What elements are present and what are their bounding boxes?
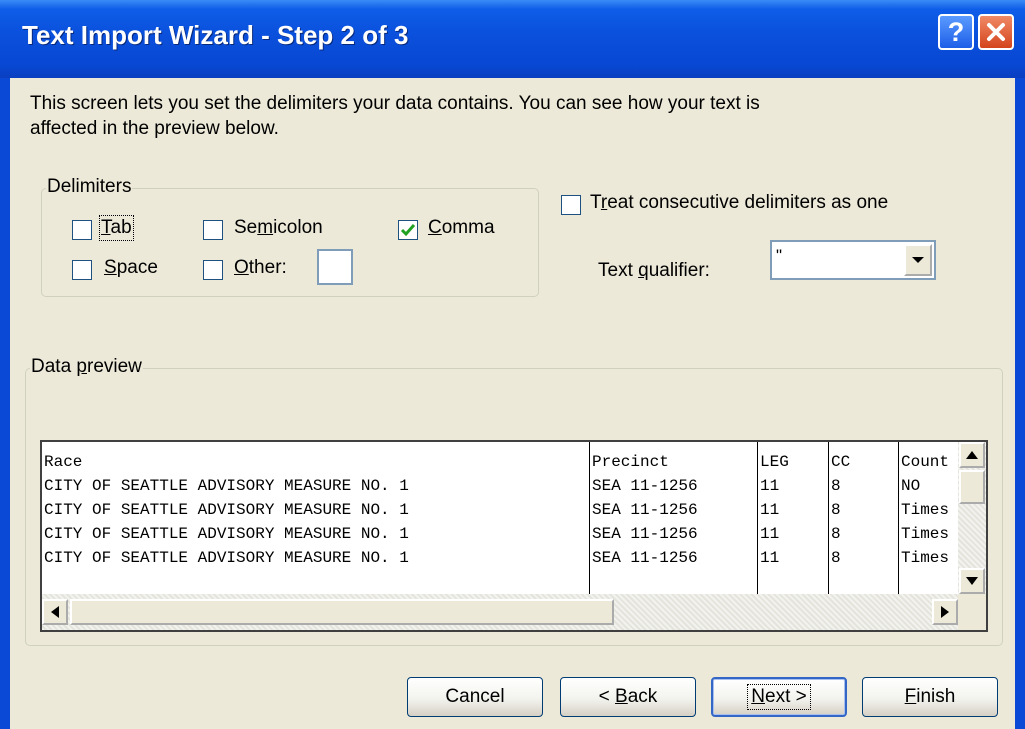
semicolon-checkbox-label[interactable]: Semicolon [234,217,323,239]
dialog-body: This screen lets you set the delimiters … [10,78,1015,729]
arrow-left-icon [51,606,59,618]
scrollbar-corner [958,594,986,630]
vertical-scroll-thumb[interactable] [959,470,985,504]
space-checkbox[interactable] [72,260,92,280]
title-bar[interactable]: Text Import Wizard - Step 2 of 3 ? [0,0,1025,78]
scroll-right-button[interactable] [932,599,958,625]
data-preview-grid[interactable]: Race CITY OF SEATTLE ADVISORY MEASURE NO… [40,440,988,632]
column-count[interactable]: Count NO Times Times Times [899,442,960,594]
preview-cell: 8 [831,477,841,495]
preview-cell: CITY OF SEATTLE ADVISORY MEASURE NO. 1 [44,477,409,495]
delimiters-legend: Delimiters [46,176,133,198]
preview-columns: Race CITY OF SEATTLE ADVISORY MEASURE NO… [42,442,960,594]
intro-text: This screen lets you set the delimiters … [30,93,760,139]
arrow-down-icon [966,577,978,585]
consecutive-checkbox-label[interactable]: Treat consecutive delimiters as one [590,192,888,214]
preview-cell: CITY OF SEATTLE ADVISORY MEASURE NO. 1 [44,501,409,519]
preview-cell: 11 [760,477,780,495]
preview-cell: 11 [760,501,780,519]
comma-checkbox-label[interactable]: Comma [428,217,495,239]
preview-cell: 11 [760,549,780,567]
check-icon [400,224,416,237]
preview-cell: SEA 11-1256 [592,549,698,567]
column-leg[interactable]: LEG 11 11 11 11 [758,442,829,594]
preview-cell: CITY OF SEATTLE ADVISORY MEASURE NO. 1 [44,549,409,567]
horizontal-scroll-thumb[interactable] [70,599,614,625]
text-qualifier-value: " [776,246,783,265]
column-precinct[interactable]: Precinct SEA 11-1256 SEA 11-1256 SEA 11-… [590,442,758,594]
preview-cell: SEA 11-1256 [592,501,698,519]
next-button[interactable]: Next > [711,677,847,717]
back-button[interactable]: < Back [560,677,696,717]
back-button-label: < Back [598,686,658,707]
column-cc[interactable]: CC 8 8 8 8 [829,442,899,594]
chevron-down-icon [912,257,924,263]
preview-cell: Times [901,525,950,543]
scroll-down-button[interactable] [959,568,985,594]
comma-checkbox[interactable] [398,220,418,240]
semicolon-checkbox[interactable] [203,220,223,240]
preview-cell: 8 [831,501,841,519]
delimiters-group: Delimiters Tab Semicolon Comma Space Oth… [41,176,539,297]
other-delimiter-input[interactable] [317,249,353,285]
text-qualifier-label: Text qualifier: [598,260,710,281]
preview-cell: 8 [831,549,841,567]
preview-cell: 11 [760,525,780,543]
help-button[interactable]: ? [938,14,974,50]
preview-cell: CC [831,453,851,471]
data-preview-legend: Data preview [30,356,143,378]
finish-button[interactable]: Finish [862,677,998,717]
scroll-up-button[interactable] [959,442,985,468]
preview-cell: SEA 11-1256 [592,525,698,543]
preview-cell: LEG [760,453,789,471]
finish-button-label: Finish [904,686,956,707]
tab-checkbox-label[interactable]: Tab [99,215,134,241]
arrow-up-icon [966,451,978,459]
help-icon: ? [947,16,965,47]
window-title: Text Import Wizard - Step 2 of 3 [22,20,409,50]
arrow-right-icon [941,606,949,618]
other-checkbox[interactable] [203,260,223,280]
scroll-left-button[interactable] [42,599,68,625]
space-checkbox-label[interactable]: Space [104,257,158,279]
preview-cell: SEA 11-1256 [592,477,698,495]
close-button[interactable] [978,14,1014,50]
preview-cell: Race [44,453,83,471]
next-button-label: Next > [747,684,811,710]
horizontal-scrollbar[interactable] [42,594,960,630]
preview-cell: NO [901,477,921,495]
preview-cell: 8 [831,525,841,543]
preview-cell: Count [901,453,950,471]
cancel-button[interactable]: Cancel [407,677,543,717]
vertical-scrollbar[interactable] [958,442,986,594]
preview-cell: Times [901,501,950,519]
cancel-button-label: Cancel [445,686,505,707]
close-icon [987,23,1005,41]
preview-cell: Times [901,549,950,567]
text-qualifier-select[interactable]: " [770,240,936,280]
dropdown-button[interactable] [904,244,932,276]
consecutive-checkbox[interactable] [561,195,581,215]
tab-checkbox[interactable] [72,220,92,240]
preview-cell: CITY OF SEATTLE ADVISORY MEASURE NO. 1 [44,525,409,543]
column-race[interactable]: Race CITY OF SEATTLE ADVISORY MEASURE NO… [42,442,590,594]
preview-cell: Precinct [592,453,669,471]
other-checkbox-label[interactable]: Other: [234,257,287,279]
